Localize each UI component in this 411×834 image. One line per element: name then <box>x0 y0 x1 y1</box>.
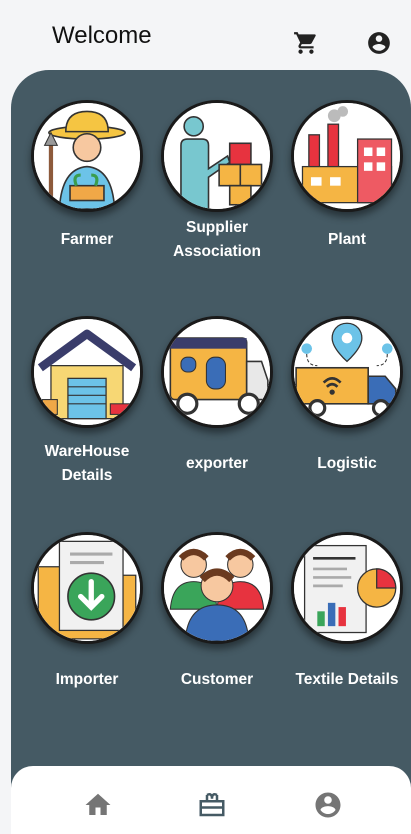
tile-farmer[interactable]: Farmer <box>22 100 152 320</box>
tile-label: Plant <box>328 231 366 248</box>
tile-label: Customer <box>180 671 254 688</box>
tile-supplier-association[interactable]: Supplier Association <box>152 100 282 320</box>
tile-label: Importer <box>55 671 119 688</box>
logistic-truck-icon <box>291 316 403 428</box>
app-bar: Welcome <box>0 0 411 78</box>
supplier-association-icon <box>161 100 273 212</box>
warehouse-icon <box>31 316 143 428</box>
home-icon[interactable] <box>83 790 113 820</box>
account-circle-icon[interactable] <box>366 30 392 56</box>
exporter-truck-icon <box>161 316 273 428</box>
tile-textile-details[interactable]: Textile Details <box>282 532 411 752</box>
tile-importer[interactable]: Importer <box>22 532 152 752</box>
customer-group-icon <box>161 532 273 644</box>
profile-icon[interactable] <box>313 790 343 820</box>
tile-label: Textile Details <box>295 671 399 688</box>
bottom-navigation <box>11 766 411 834</box>
tile-label: Supplier Association <box>173 219 261 260</box>
importer-folder-icon <box>31 532 143 644</box>
textile-report-icon <box>291 532 403 644</box>
tile-logistic[interactable]: Logistic <box>282 316 411 536</box>
cart-icon[interactable] <box>293 30 319 56</box>
farmer-icon <box>31 100 143 212</box>
tile-exporter[interactable]: exporter <box>152 316 282 536</box>
menu-panel: Farmer Supplier Association Plant WareHo… <box>11 70 411 790</box>
tile-label: exporter <box>185 455 249 472</box>
tile-label: WareHouse Details <box>44 443 130 484</box>
plant-factory-icon <box>291 100 403 212</box>
page-title: Welcome <box>52 22 152 49</box>
tile-label: Farmer <box>60 231 114 248</box>
dashboard-icon[interactable] <box>197 790 227 820</box>
tile-warehouse-details[interactable]: WareHouse Details <box>22 316 152 536</box>
tile-label: Logistic <box>317 455 377 472</box>
tile-plant[interactable]: Plant <box>282 100 411 320</box>
tile-customer[interactable]: Customer <box>152 532 282 752</box>
